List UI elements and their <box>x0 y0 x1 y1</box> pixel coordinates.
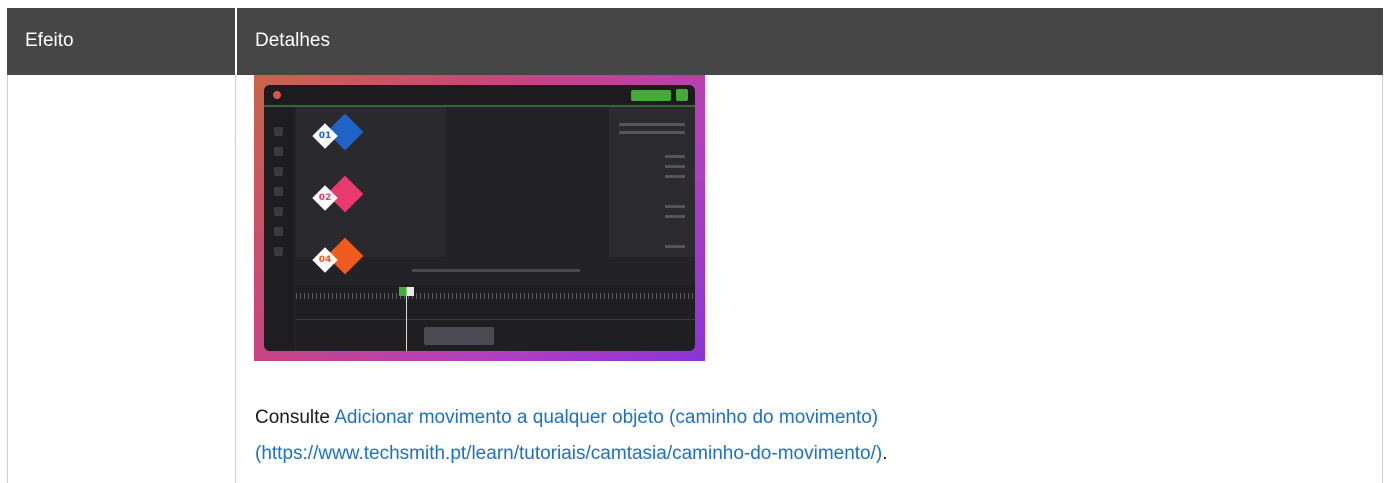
tool-icon <box>274 247 283 256</box>
details-paragraph: Consulte Adicionar movimento a qualquer … <box>255 400 1355 472</box>
tool-icon <box>274 207 283 216</box>
motion-path-link[interactable]: Adicionar movimento a qualquer objeto (c… <box>255 407 882 464</box>
property-field <box>665 245 685 248</box>
paragraph-prefix: Consulte <box>255 407 335 428</box>
property-field <box>665 165 685 168</box>
row-border-right <box>1382 75 1383 483</box>
playhead-handle-icon <box>399 287 414 296</box>
tool-icon <box>274 227 283 236</box>
tool-icon <box>274 147 283 156</box>
tool-icon <box>274 167 283 176</box>
record-dot-icon <box>273 91 281 99</box>
link-title: Adicionar movimento a qualquer objeto (c… <box>334 407 879 428</box>
timeline-track <box>296 319 695 320</box>
playhead <box>406 291 407 351</box>
tool-icon <box>274 187 283 196</box>
property-field <box>665 155 685 158</box>
timeline-panel <box>296 285 695 351</box>
timeline-ruler <box>296 293 695 299</box>
paragraph-suffix: . <box>882 443 888 464</box>
badge-number: 04 <box>318 255 332 265</box>
tool-icon <box>274 127 283 136</box>
badge-number: 01 <box>318 131 332 141</box>
tool-sidebar <box>264 107 294 351</box>
share-icon <box>676 89 688 101</box>
header-effect: Efeito <box>25 30 74 51</box>
badge-number: 02 <box>318 193 332 203</box>
property-field <box>665 215 685 218</box>
property-field <box>665 175 685 178</box>
camtasia-motion-path-image: 01 02 04 <box>254 75 705 361</box>
slider-track <box>619 123 685 126</box>
header-divider <box>235 8 237 75</box>
slider-track <box>619 131 685 134</box>
effects-table: Efeito Detalhes 01 02 04 Consulte Adicio… <box>7 8 1383 483</box>
property-field <box>665 205 685 208</box>
table-header: Efeito Detalhes <box>7 8 1383 75</box>
export-button-mock <box>631 90 671 101</box>
header-details: Detalhes <box>255 30 330 51</box>
link-url: (https://www.techsmith.pt/learn/tutoriai… <box>255 443 883 464</box>
timeline-clip <box>424 327 494 345</box>
properties-panel <box>609 107 695 257</box>
window-titlebar <box>264 85 695 107</box>
column-divider <box>235 75 236 483</box>
app-window-mock: 01 02 04 <box>264 85 695 351</box>
canvas-scrollbar <box>412 269 580 272</box>
row-border-left <box>7 75 8 483</box>
